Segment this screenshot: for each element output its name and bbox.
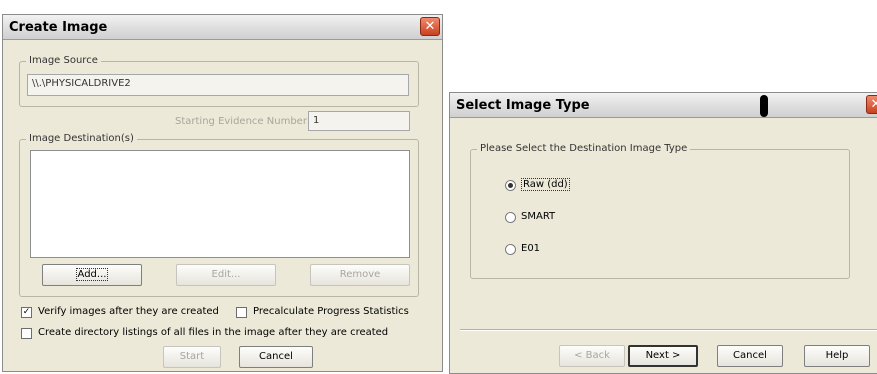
next-button[interactable]: Next >	[628, 345, 698, 367]
e01-radio[interactable]	[505, 244, 516, 255]
e01-label[interactable]: E01	[521, 243, 540, 254]
dialog-title: Create Image	[9, 20, 108, 35]
image-destination-label: Image Destination(s)	[26, 133, 137, 144]
cancel-button[interactable]: Cancel	[717, 345, 783, 367]
precalculate-progress-checkbox[interactable]	[236, 307, 247, 318]
image-source-field: \\.\PHYSICALDRIVE2	[27, 74, 409, 96]
raw-dd-label-text: Raw (dd)	[521, 178, 570, 191]
select-image-type-dialog: Select Image Type ✕ Please Select the De…	[449, 92, 877, 374]
raw-dd-label[interactable]: Raw (dd)	[521, 178, 570, 191]
start-button[interactable]: Start	[163, 346, 221, 368]
directory-listings-label: Create directory listings of all files i…	[38, 327, 389, 338]
create-image-dialog: Create Image ✕ Image Source \\.\PHYSICAL…	[2, 14, 443, 372]
back-button[interactable]: < Back	[559, 345, 625, 367]
precalculate-progress-label: Precalculate Progress Statistics	[253, 306, 409, 317]
help-button[interactable]: Help	[804, 345, 870, 367]
smart-radio[interactable]	[505, 212, 516, 223]
dialog-title: Select Image Type	[456, 98, 590, 113]
close-icon[interactable]: ✕	[420, 17, 440, 36]
verify-images-checkbox[interactable]: ✓	[21, 307, 32, 318]
starting-evidence-number-field: 1	[308, 111, 410, 131]
image-destination-group: Image Destination(s) Add... Edit... Remo…	[19, 133, 419, 297]
remove-button[interactable]: Remove	[310, 264, 410, 286]
starting-evidence-number-label: Starting Evidence Number:	[175, 116, 311, 127]
cancel-button[interactable]: Cancel	[239, 346, 313, 368]
destination-image-type-group: Please Select the Destination Image Type…	[470, 143, 850, 279]
radio-selected-dot	[508, 183, 513, 188]
title-bar[interactable]: Select Image Type ✕	[450, 93, 877, 118]
footer-separator	[460, 329, 877, 331]
image-source-group: Image Source \\.\PHYSICALDRIVE2	[19, 55, 419, 107]
add-button-label: Add...	[75, 268, 109, 281]
smart-label[interactable]: SMART	[521, 211, 555, 222]
image-source-label: Image Source	[26, 55, 101, 66]
close-icon[interactable]: ✕	[866, 95, 877, 114]
edit-button[interactable]: Edit...	[176, 264, 276, 286]
destination-image-type-label: Please Select the Destination Image Type	[477, 143, 691, 154]
mouse-cursor	[760, 95, 768, 117]
verify-images-label: Verify images after they are created	[38, 306, 219, 317]
image-destination-list[interactable]	[30, 150, 410, 258]
directory-listings-checkbox[interactable]	[21, 328, 32, 339]
raw-dd-radio[interactable]	[505, 180, 516, 191]
add-button[interactable]: Add...	[42, 264, 142, 286]
title-bar[interactable]: Create Image ✕	[3, 15, 442, 40]
